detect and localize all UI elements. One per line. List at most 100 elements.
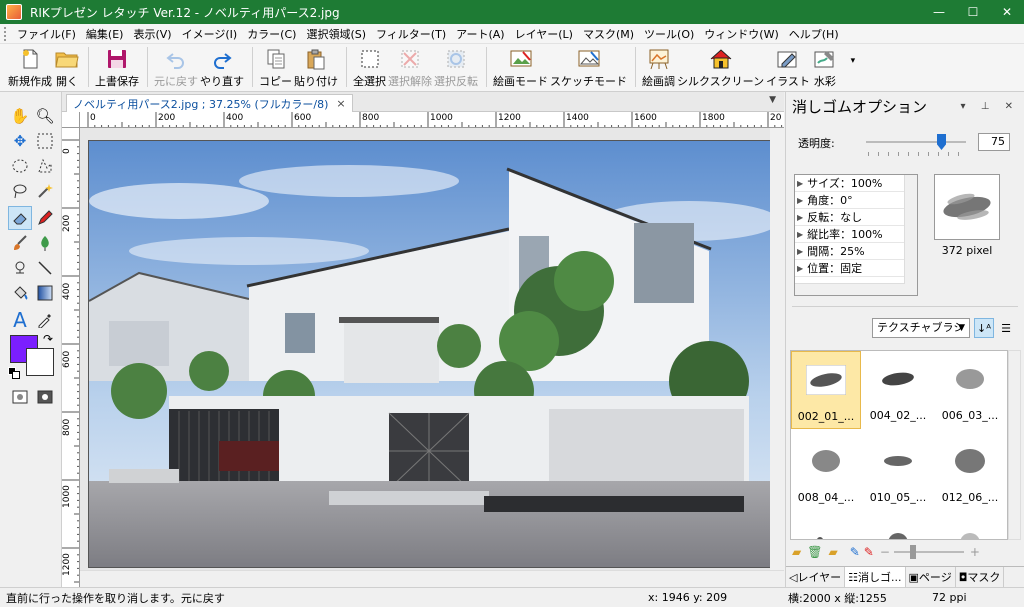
list-item[interactable]: ▶ 縦比率：100%: [795, 226, 917, 243]
brush-item[interactable]: [935, 515, 1005, 539]
paint-tone-button[interactable]: 絵画調: [642, 44, 675, 90]
sort-az-icon[interactable]: ↓ᴬ: [974, 318, 994, 338]
document-tab[interactable]: ノベルティ用パース2.jpg ; 37.25% (フルカラー/8) ×: [66, 94, 353, 112]
gradient-icon[interactable]: [33, 281, 57, 305]
zoom-tool-icon[interactable]: 🔍︎: [33, 104, 57, 128]
lasso-icon[interactable]: [8, 179, 32, 203]
document-image[interactable]: [88, 140, 772, 568]
quick-mask-icon[interactable]: [33, 385, 57, 409]
open-button[interactable]: 開く: [54, 44, 80, 90]
list-item[interactable]: ▶ 間隔：25%: [795, 243, 917, 260]
clone-stamp-icon[interactable]: [8, 256, 32, 280]
background-color-swatch[interactable]: [26, 348, 54, 376]
brush-icon[interactable]: [8, 231, 32, 255]
zoom-in-icon[interactable]: +: [970, 545, 980, 559]
brush-item[interactable]: [791, 515, 861, 539]
leaf-stamp-icon[interactable]: [33, 231, 57, 255]
thumbnail-size-slider[interactable]: [893, 545, 964, 559]
invert-selection-button[interactable]: 選択反転: [434, 44, 478, 90]
menu-mask[interactable]: マスク(M): [578, 26, 639, 42]
tab-page[interactable]: ▣ ページ: [906, 567, 956, 587]
ellipse-select-icon[interactable]: [8, 154, 32, 178]
eraser-tool-icon[interactable]: [8, 206, 32, 230]
brush-properties-list[interactable]: ▶ サイズ：100% ▶ 角度：0° ▶ 反転：なし ▶ 縦比率：100% ▶ 間隔：25…: [794, 174, 918, 296]
tab-mask[interactable]: ◘ マスク: [956, 567, 1005, 587]
list-item[interactable]: ▶ サイズ：100%: [795, 175, 917, 192]
line-tool-icon[interactable]: [33, 256, 57, 280]
list-item[interactable]: ▶ 位置：固定: [795, 260, 917, 277]
brush-grid[interactable]: 002_01_... 004_02_... 006_03_... 008_04_…: [790, 350, 1008, 540]
menu-edit[interactable]: 編集(E): [81, 26, 129, 42]
brush-grid-scrollbar[interactable]: [1008, 350, 1021, 540]
hand-tool-icon[interactable]: ✋: [8, 104, 32, 128]
deselect-button[interactable]: 選択解除: [388, 44, 432, 90]
silkscreen-button[interactable]: シルクスクリーン: [677, 44, 764, 90]
panel-window-buttons[interactable]: ▾ ⊥ ✕: [961, 101, 1024, 112]
menu-window[interactable]: ウィンドウ(W): [699, 26, 783, 42]
brush-type-select[interactable]: テクスチャブラシ ▼: [872, 318, 970, 338]
undo-button[interactable]: 元に戻す: [154, 44, 198, 90]
new-button[interactable]: 新規作成: [8, 44, 52, 90]
clear-brush-icon[interactable]: ✎: [864, 545, 874, 559]
menu-file[interactable]: ファイル(F): [12, 26, 81, 42]
illust-button[interactable]: イラスト: [766, 44, 810, 90]
polygon-select-icon[interactable]: [33, 154, 57, 178]
canvas-horizontal-scrollbar[interactable]: [80, 570, 784, 587]
pencil-icon[interactable]: [33, 206, 57, 230]
copy-button[interactable]: コピー: [259, 44, 292, 90]
default-colors-icon[interactable]: [8, 367, 20, 379]
toolbar-more-button[interactable]: ▾: [840, 44, 866, 90]
paste-button[interactable]: 貼り付け: [294, 44, 338, 90]
edit-brush-icon[interactable]: ✎: [850, 545, 860, 559]
tab-list-icon[interactable]: ▼: [769, 95, 776, 105]
paint-mode-button[interactable]: 絵画モード: [493, 44, 548, 90]
magic-wand-icon[interactable]: [33, 179, 57, 203]
tab-eraser[interactable]: ☷ 消しゴ...: [845, 567, 906, 587]
menu-tools[interactable]: ツール(O): [639, 26, 699, 42]
sort-list-icon[interactable]: ☰: [996, 318, 1016, 338]
properties-hscrollbar[interactable]: [795, 283, 905, 295]
tab-layer[interactable]: ◁ レイヤー: [786, 567, 846, 587]
eyedropper-icon[interactable]: [33, 308, 57, 332]
menu-layer[interactable]: レイヤー(L): [510, 26, 578, 42]
move-tool-icon[interactable]: ✥: [8, 129, 32, 153]
opacity-slider-track[interactable]: [866, 141, 966, 143]
zoom-out-icon[interactable]: −: [880, 545, 890, 559]
sketch-mode-button[interactable]: スケッチモード: [550, 44, 627, 90]
standard-mode-icon[interactable]: [8, 385, 32, 409]
menu-view[interactable]: 表示(V): [128, 26, 176, 42]
brush-item[interactable]: 012_06_...: [935, 433, 1005, 511]
opacity-input[interactable]: 75: [978, 133, 1010, 151]
swap-colors-icon[interactable]: ↷: [43, 332, 53, 346]
brush-item[interactable]: 010_05_...: [863, 433, 933, 511]
text-tool-icon[interactable]: A: [8, 308, 32, 332]
canvas-area[interactable]: [80, 128, 784, 570]
new-brush-icon[interactable]: ▰: [792, 545, 801, 559]
close-tab-icon[interactable]: ×: [336, 97, 345, 110]
brush-item[interactable]: 002_01_...: [791, 351, 861, 429]
brush-item[interactable]: 008_04_...: [791, 433, 861, 511]
menu-help[interactable]: ヘルプ(H): [784, 26, 844, 42]
close-button[interactable]: ✕: [990, 0, 1024, 24]
menu-selection[interactable]: 選択領域(S): [301, 26, 371, 42]
watercolor-button[interactable]: 水彩: [812, 44, 838, 90]
minimize-button[interactable]: —: [922, 0, 956, 24]
menu-color[interactable]: カラー(C): [242, 26, 301, 42]
list-item[interactable]: ▶ 角度：0°: [795, 192, 917, 209]
maximize-button[interactable]: ☐: [956, 0, 990, 24]
redo-button[interactable]: やり直す: [200, 44, 244, 90]
paint-bucket-icon[interactable]: [8, 281, 32, 305]
menu-filter[interactable]: フィルター(T): [371, 26, 451, 42]
menu-image[interactable]: イメージ(I): [177, 26, 243, 42]
folder-icon[interactable]: ▰: [828, 545, 837, 559]
delete-brush-icon[interactable]: 🗑︎: [807, 545, 822, 559]
canvas-vertical-scrollbar[interactable]: [770, 128, 784, 570]
save-button[interactable]: 上書保存: [95, 44, 139, 90]
brush-item[interactable]: 006_03_...: [935, 351, 1005, 429]
brush-item[interactable]: [863, 515, 933, 539]
rect-select-icon[interactable]: [33, 129, 57, 153]
list-item[interactable]: ▶ 反転：なし: [795, 209, 917, 226]
brush-item[interactable]: 004_02_...: [863, 351, 933, 429]
properties-scrollbar[interactable]: [904, 175, 917, 295]
select-all-button[interactable]: 全選択: [353, 44, 386, 90]
